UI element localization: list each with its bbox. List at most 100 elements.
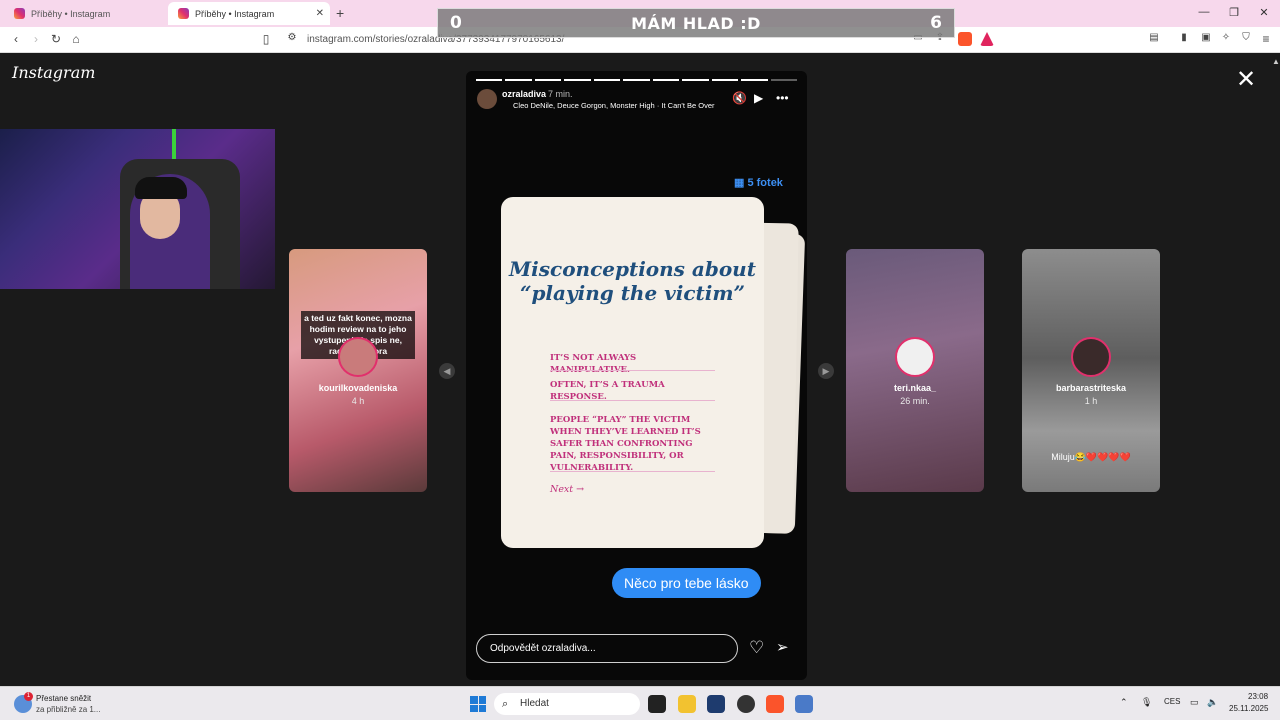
start-icon[interactable] — [470, 696, 486, 712]
avatar — [338, 337, 378, 377]
card-next-link: Next → — [550, 484, 585, 495]
card-point-1: IT’S NOT ALWAYS MANIPULATIVE. — [550, 353, 637, 375]
story-username: kourilkovadeniska — [318, 383, 398, 393]
previous-story-icon[interactable]: ◀ — [439, 363, 455, 379]
close-window-icon[interactable]: ✕ — [1254, 6, 1274, 19]
minimize-icon[interactable]: — — [1194, 6, 1214, 18]
panel-icon[interactable]: ▮ — [1176, 32, 1192, 43]
progress-segment — [652, 79, 680, 81]
photos-count-label: 5 fotek — [747, 177, 783, 189]
settings-icon[interactable] — [795, 695, 813, 713]
progress-segment — [682, 79, 709, 81]
shared-post-card[interactable]: Misconceptions about “playing the victim… — [501, 197, 764, 548]
progress-segment — [741, 79, 768, 81]
more-options-icon[interactable]: ••• — [776, 91, 789, 105]
weather-text[interactable]: Přestane sněžit — [36, 694, 91, 703]
story-preview-teri-nkaa[interactable]: teri.nkaa_ 26 min. — [846, 249, 984, 492]
send-icon[interactable]: ➢ — [776, 638, 789, 656]
volume-icon[interactable]: 🔈 — [1207, 697, 1218, 708]
tab-close-icon[interactable]: ✕ — [316, 8, 324, 19]
ai-icon[interactable]: ✧ — [1218, 32, 1234, 43]
tab-stories-1[interactable]: Příběhy • Instagram — [4, 2, 164, 25]
tab-label: Příběhy • Instagram — [31, 8, 111, 19]
sidebar-icon[interactable]: ▤ — [1146, 32, 1162, 43]
app-icon[interactable] — [737, 695, 755, 713]
story-username[interactable]: ozraladiva — [502, 89, 546, 99]
avatar — [1071, 337, 1111, 377]
grid-icon: ▦ — [734, 177, 745, 189]
scroll-up-icon[interactable]: ▲ — [1272, 57, 1280, 66]
brave-browser-icon[interactable] — [766, 695, 784, 713]
score-right: 6 — [930, 13, 942, 33]
card-divider — [550, 370, 715, 371]
photos-count-badge[interactable]: ▦ 5 fotek — [734, 176, 783, 189]
weather-subtext[interactable]: za přibližně za 1... — [36, 705, 100, 714]
clock-time[interactable]: 23:08 — [1248, 692, 1268, 701]
story-preview-barbarastriteska[interactable]: barbarastriteska 1 h Miluju😂❤️❤️❤️❤️ — [1022, 249, 1160, 492]
story-caption: Miluju😂❤️❤️❤️❤️ — [1051, 452, 1131, 462]
progress-segment — [623, 79, 650, 81]
tab-stories-2[interactable]: Příběhy • Instagram ✕ — [168, 2, 330, 25]
tab-label: Příběhy • Instagram — [195, 8, 275, 19]
maximize-icon[interactable]: ❐ — [1224, 6, 1244, 19]
progress-segment — [505, 79, 532, 81]
story-music-label[interactable]: Cleo DeNile, Deuce Gorgon, Monster High … — [513, 101, 723, 110]
story-username: teri.nkaa_ — [893, 383, 937, 393]
wallet-icon[interactable]: ▣ — [1198, 32, 1214, 43]
next-story-icon[interactable]: ▶ — [818, 363, 834, 379]
notification-badge: 1 — [24, 692, 33, 701]
progress-segment — [770, 79, 797, 81]
card-title: Misconceptions about “playing the victim… — [509, 257, 756, 305]
active-story[interactable]: ozraladiva 7 min. Cleo DeNile, Deuce Gor… — [466, 71, 807, 680]
reload-icon[interactable]: ↻ — [48, 32, 64, 46]
webcam-overlay — [0, 129, 275, 289]
play-icon[interactable]: ▶ — [754, 91, 763, 105]
story-time: 7 min. — [548, 89, 573, 99]
search-icon: ⌕ — [502, 698, 509, 710]
avatar[interactable] — [477, 89, 497, 109]
story-progress-bar — [476, 79, 797, 81]
menu-icon[interactable]: ≡ — [1258, 32, 1274, 46]
obs-icon[interactable] — [707, 695, 725, 713]
file-explorer-icon[interactable] — [678, 695, 696, 713]
progress-segment — [476, 79, 503, 81]
vpn-icon[interactable]: ⛉ — [1238, 32, 1254, 43]
new-tab-button[interactable]: + — [336, 5, 344, 21]
story-time: 26 min. — [900, 396, 930, 406]
clock-date[interactable]: 25.11.2025 — [1229, 704, 1268, 713]
language-indicator[interactable]: CES — [1164, 697, 1180, 706]
instagram-favicon-icon — [14, 8, 25, 19]
windows-taskbar: 1 Přestane sněžit za přibližně za 1... ⌕… — [0, 686, 1280, 720]
taskbar-search[interactable]: ⌕ Hledat — [494, 693, 640, 715]
progress-segment — [534, 79, 562, 81]
card-divider — [550, 471, 715, 472]
rewards-icon[interactable] — [980, 32, 994, 46]
close-stories-icon[interactable]: ✕ — [1236, 65, 1256, 94]
like-heart-icon[interactable]: ♡ — [749, 638, 764, 658]
score-left: 0 — [450, 13, 462, 33]
bookmark-icon[interactable]: ▯ — [258, 32, 274, 46]
site-settings-icon[interactable]: ⚙ — [284, 32, 300, 43]
stream-overlay-score: 0 MÁM HLAD :D 6 — [437, 8, 955, 38]
instagram-favicon-icon — [178, 8, 189, 19]
progress-segment — [711, 79, 739, 81]
brave-shield-icon[interactable] — [958, 32, 972, 46]
task-view-icon[interactable] — [648, 695, 666, 713]
instagram-logo[interactable]: Instagram — [12, 63, 95, 82]
home-icon[interactable]: ⌂ — [68, 32, 84, 46]
instagram-stories-viewer: Instagram ✕ ▲ a ted uz fakt konec, mozna… — [0, 53, 1280, 686]
microphone-icon[interactable]: 🎙 — [1141, 697, 1152, 708]
progress-segment — [593, 79, 621, 81]
network-icon[interactable]: ▭ — [1190, 697, 1199, 708]
card-divider — [550, 400, 715, 401]
story-time: 1 h — [1084, 396, 1098, 406]
avatar — [895, 337, 935, 377]
reply-input[interactable]: Odpovědět ozraladiva... — [476, 634, 738, 663]
forward-icon[interactable]: › — [28, 32, 44, 46]
mute-icon[interactable]: 🔇 — [732, 91, 747, 105]
card-point-3: PEOPLE “PLAY” THE VICTIM WHEN THEY’VE LE… — [550, 415, 701, 473]
story-preview-kourilkovadeniska[interactable]: a ted uz fakt konec, mozna hodim review … — [289, 249, 427, 492]
back-icon[interactable]: ‹ — [8, 32, 24, 46]
progress-segment — [564, 79, 591, 81]
tray-chevron-icon[interactable]: ⌃ — [1120, 697, 1128, 708]
